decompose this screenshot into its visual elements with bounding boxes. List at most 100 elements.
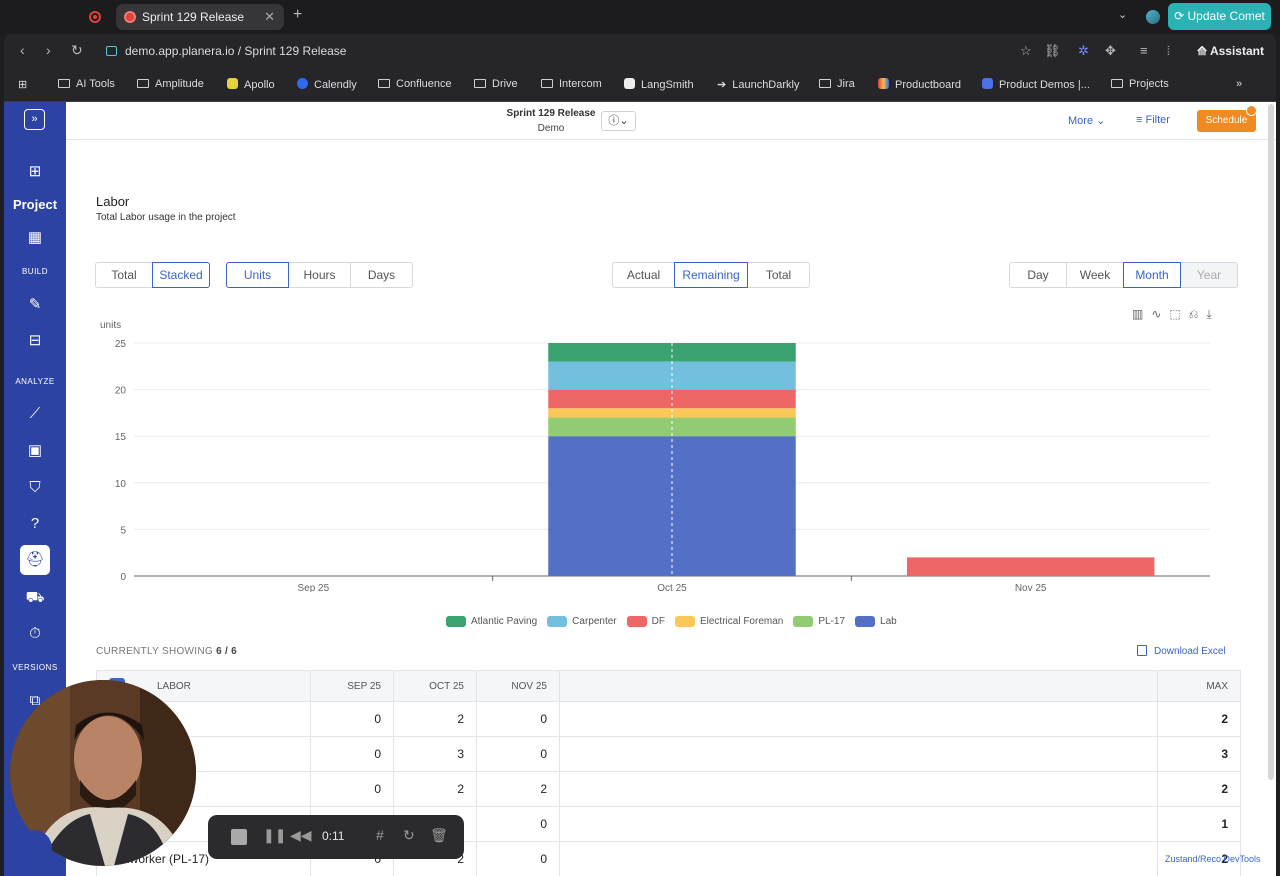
close-tab-icon[interactable]: ✕	[264, 4, 275, 30]
legend-item[interactable]: Carpenter	[547, 616, 617, 627]
calendar-icon[interactable]: ▣	[24, 440, 46, 462]
more-bookmarks-icon[interactable]: »	[1236, 78, 1242, 90]
update-comet-button[interactable]: ⟳ Update Comet	[1168, 3, 1271, 30]
col-oct[interactable]: OCT 25	[393, 670, 477, 702]
shield-icon[interactable]: ⛉	[24, 477, 46, 499]
sidebar-project-label[interactable]: Project	[4, 197, 66, 212]
period-week[interactable]: Week	[1066, 262, 1124, 288]
bookmark-jira[interactable]: Jira	[819, 78, 855, 90]
table-row[interactable]: ter0303	[96, 736, 1241, 772]
assistant-button[interactable]: ⟰ Assistant	[1197, 44, 1264, 58]
tab-title: Sprint 129 Release	[142, 10, 245, 24]
spacer-cell	[559, 841, 1158, 876]
bookmark-drive[interactable]: Drive	[474, 78, 518, 90]
value-cell: 0	[476, 841, 560, 876]
bookmark-apollo[interactable]: Apollo	[227, 78, 275, 91]
assistant-label: Assistant	[1209, 44, 1264, 58]
legend-item[interactable]: Electrical Foreman	[674, 616, 783, 627]
measure-total[interactable]: Total	[747, 262, 810, 288]
calendar-table-icon[interactable]: ▦	[24, 227, 46, 249]
bookmark-intercom[interactable]: Intercom	[541, 78, 602, 90]
measure-actual[interactable]: Actual	[612, 262, 675, 288]
bookmark-calendly[interactable]: Calendly	[297, 78, 357, 91]
download-excel-button[interactable]: Download Excel	[1137, 645, 1226, 657]
extension-icon[interactable]: ✲	[1078, 43, 1089, 59]
line-chart-icon[interactable]: ⟋	[24, 403, 46, 425]
bookmark-ai-tools[interactable]: AI Tools	[58, 78, 115, 90]
mode-stacked[interactable]: Stacked	[152, 262, 210, 288]
unit-units[interactable]: Units	[226, 262, 289, 288]
restart-icon[interactable]: ↻	[403, 827, 415, 844]
dashboard-grid-icon[interactable]: ⊞	[24, 161, 46, 183]
help-icon[interactable]: ?	[24, 513, 46, 535]
value-cell: 0	[310, 701, 394, 737]
chat-launcher-icon[interactable]	[16, 830, 52, 866]
expand-sidebar-icon[interactable]: »	[24, 109, 45, 130]
stopwatch-icon[interactable]: ⏱	[24, 623, 46, 645]
link-icon[interactable]: ⛓	[1044, 43, 1061, 59]
period-month[interactable]: Month	[1123, 262, 1181, 288]
rewind-icon[interactable]: ◀◀	[290, 827, 312, 844]
reload-icon[interactable]: ↻	[71, 42, 83, 59]
legend-swatch	[674, 616, 695, 627]
pause-icon[interactable]: ❚❚	[263, 827, 286, 844]
legend-item[interactable]: Lab	[855, 616, 897, 627]
address-bar[interactable]: demo.app.planera.io / Sprint 129 Release	[125, 44, 346, 58]
bookmark-productboard[interactable]: Productboard	[878, 78, 961, 91]
period-day[interactable]: Day	[1009, 262, 1067, 288]
pencil-icon[interactable]: ✎	[24, 294, 46, 316]
bookmark-confluence[interactable]: Confluence	[378, 78, 452, 90]
comet-icon[interactable]	[1146, 10, 1160, 24]
y-tick-label: 15	[115, 432, 127, 443]
hardhat-icon[interactable]: ⛑	[20, 545, 50, 575]
unit-days[interactable]: Days	[350, 262, 413, 288]
col-sep[interactable]: SEP 25	[310, 670, 394, 702]
browser-tab[interactable]: Sprint 129 Release ✕	[116, 4, 284, 30]
menu-lines-icon[interactable]: ≡	[1140, 43, 1148, 58]
col-spacer	[559, 670, 1158, 702]
bookmark-langsmith[interactable]: LangSmith	[624, 78, 694, 91]
recording-indicator-icon[interactable]	[89, 11, 101, 23]
forward-icon[interactable]: ›	[46, 42, 51, 58]
filter-button[interactable]: ≡ Filter	[1136, 114, 1170, 126]
unit-hours[interactable]: Hours	[288, 262, 351, 288]
period-year[interactable]: Year	[1180, 262, 1238, 288]
measure-toggle: Actual Remaining Total	[612, 262, 810, 288]
layout-icon[interactable]: ⊟	[24, 330, 46, 352]
col-max[interactable]: MAX	[1157, 670, 1241, 702]
scrollbar[interactable]	[1268, 104, 1274, 780]
value-cell: 3	[393, 736, 477, 772]
legend-label: PL-17	[818, 616, 846, 627]
mode-total[interactable]: Total	[95, 262, 153, 288]
y-tick-label: 10	[115, 479, 127, 490]
new-tab-icon[interactable]: +	[293, 6, 302, 24]
bookmark-amplitude[interactable]: Amplitude	[137, 78, 204, 90]
col-nov[interactable]: NOV 25	[476, 670, 560, 702]
more-button[interactable]: More ⌄	[1068, 114, 1105, 127]
legend-item[interactable]: PL-17	[793, 616, 845, 627]
legend-item[interactable]: Atlantic Paving	[446, 616, 537, 627]
bookmark-product-demos[interactable]: Product Demos |...	[982, 78, 1090, 91]
back-icon[interactable]: ‹	[20, 42, 25, 58]
bookmark-projects[interactable]: Projects	[1111, 78, 1169, 90]
stop-recording-icon[interactable]	[231, 829, 247, 845]
table-row[interactable]: ntic Paving0202	[96, 701, 1241, 737]
puzzle-icon[interactable]: ✥	[1105, 43, 1116, 59]
equipment-icon[interactable]: ⛟	[24, 587, 46, 609]
table-row[interactable]: l Foreman (DF)0222	[96, 771, 1241, 807]
voice-icon[interactable]: ⦙	[1167, 43, 1170, 59]
chevron-down-icon[interactable]: ⌄	[1118, 8, 1127, 21]
bookmark-launchdarkly[interactable]: ➔ LaunchDarkly	[717, 78, 799, 91]
chart-legend: Atlantic Paving Carpenter DF Electrical For…	[446, 616, 907, 627]
info-dropdown[interactable]: ⓘ⌄	[601, 111, 636, 131]
bookmark-star-icon[interactable]: ☆	[1020, 43, 1032, 59]
legend-item[interactable]: DF	[626, 616, 665, 627]
bookmark-label: Calendly	[314, 79, 357, 91]
devtools-label[interactable]: Zustand/Reco DevTools	[1165, 854, 1261, 864]
trash-icon[interactable]: 🗑	[430, 827, 448, 844]
max-cell: 2	[1157, 771, 1241, 807]
grid-icon[interactable]: #	[376, 827, 384, 843]
apps-grid-icon[interactable]: ⊞	[18, 78, 27, 91]
labor-chart[interactable]: units 0 5 10 15 20 25 Sep 25 Oct 25 Nov 25	[96, 312, 1216, 592]
measure-remaining[interactable]: Remaining	[674, 262, 748, 288]
